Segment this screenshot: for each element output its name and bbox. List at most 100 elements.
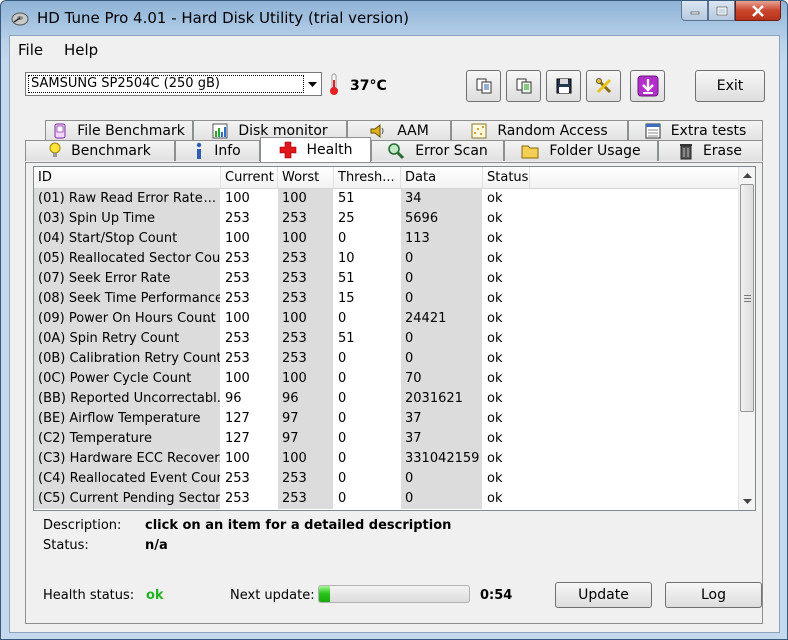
- cell-threshold-text: 51: [338, 331, 355, 346]
- tab-folder-usage[interactable]: Folder Usage: [504, 140, 658, 161]
- tab-file-benchmark[interactable]: File Benchmark: [45, 120, 193, 141]
- table-row[interactable]: (C2) Temperature 127 97 0 37 ok: [34, 429, 740, 449]
- cell-attribute-id: (BE) Airflow Temperature: [34, 409, 220, 429]
- cell-threshold-text: 0: [338, 351, 347, 366]
- cell-data-text: 34: [405, 191, 422, 206]
- table-row[interactable]: (BB) Reported Uncorrectabl... 96 96 0 203162…: [34, 389, 740, 409]
- table-row[interactable]: (0B) Calibration Retry Count 253 253 0 0 ok: [34, 349, 740, 369]
- cell-worst: 253: [278, 489, 333, 509]
- download-button[interactable]: [630, 70, 665, 102]
- tab-info[interactable]: Info: [175, 140, 260, 161]
- table-row[interactable]: (0C) Power Cycle Count 100 100 0 70 ok: [34, 369, 740, 389]
- cell-status: ok: [483, 289, 603, 309]
- cell-status: ok: [483, 449, 603, 469]
- lightbulb-icon: [49, 142, 61, 157]
- cell-data: 0: [401, 289, 482, 309]
- scrollbar-thumb[interactable]: [740, 184, 754, 412]
- scroll-down-arrow-icon[interactable]: [739, 493, 755, 510]
- column-header-status[interactable]: Status: [483, 167, 530, 189]
- description-label: Description:: [43, 518, 122, 533]
- title-bar[interactable]: HD Tune Pro 4.01 - Hard Disk Utility (tr…: [1, 1, 787, 35]
- cell-threshold-text: 0: [338, 451, 347, 466]
- column-header-current[interactable]: Current: [221, 167, 278, 189]
- copy-all-button[interactable]: [506, 70, 541, 102]
- cell-status: ok: [483, 349, 603, 369]
- cell-current: 100: [221, 369, 277, 389]
- cell-attribute-id: (C5) Current Pending Sector...: [34, 489, 220, 509]
- cell-attribute-id: (BB) Reported Uncorrectabl...: [34, 389, 220, 409]
- table-row[interactable]: (03) Spin Up Time 253 253 25 5696 ok: [34, 209, 740, 229]
- cell-status: ok: [483, 189, 603, 209]
- table-row[interactable]: (07) Seek Error Rate 253 253 51 0 ok: [34, 269, 740, 289]
- table-row[interactable]: (0A) Spin Retry Count 253 253 51 0 ok: [34, 329, 740, 349]
- cell-attribute-id: (05) Reallocated Sector Cou...: [34, 249, 220, 269]
- tab-erase[interactable]: Erase: [658, 140, 763, 161]
- cell-threshold-text: 0: [338, 471, 347, 486]
- bar-chart-icon: [212, 123, 228, 139]
- cell-threshold-text: 0: [338, 491, 347, 506]
- cell-current: 127: [221, 409, 277, 429]
- table-row[interactable]: (BE) Airflow Temperature 127 97 0 37 ok: [34, 409, 740, 429]
- tab-label: Random Access: [497, 123, 608, 139]
- table-row[interactable]: (C4) Reallocated Event Coun... 253 253 0 0 ok: [34, 469, 740, 489]
- table-row[interactable]: (08) Seek Time Performance... 253 253 15 0 ok: [34, 289, 740, 309]
- menu-help[interactable]: Help: [64, 41, 98, 59]
- copy-info-button[interactable]: [466, 70, 501, 102]
- cell-attribute-id: (C2) Temperature: [34, 429, 220, 449]
- cell-worst: 253: [278, 249, 333, 269]
- scroll-up-arrow-icon[interactable]: [739, 167, 755, 184]
- close-button[interactable]: [735, 1, 781, 21]
- table-row[interactable]: (05) Reallocated Sector Cou... 253 253 10 0 o…: [34, 249, 740, 269]
- table-row[interactable]: (C3) Hardware ECC Recover... 100 100 0 33104…: [34, 449, 740, 469]
- cell-current: 253: [221, 209, 277, 229]
- table-row[interactable]: (04) Start/Stop Count 100 100 0 113 ok: [34, 229, 740, 249]
- cell-current-text: 100: [225, 231, 250, 246]
- cell-threshold: 0: [334, 349, 400, 369]
- tab-benchmark[interactable]: Benchmark: [25, 140, 175, 161]
- cell-attribute-id-text: (08) Seek Time Performance...: [38, 291, 220, 306]
- cell-attribute-id-text: (0C) Power Cycle Count: [38, 371, 192, 386]
- exit-button[interactable]: Exit: [695, 70, 765, 102]
- options-button[interactable]: [586, 70, 621, 102]
- cell-attribute-id: (09) Power On Hours Count...: [34, 309, 220, 329]
- table-row[interactable]: (C5) Current Pending Sector... 253 253 0 0 ok: [34, 489, 740, 509]
- column-header-data[interactable]: Data: [401, 167, 483, 189]
- cell-status-text: ok: [487, 211, 503, 226]
- chevron-down-icon[interactable]: [304, 73, 321, 95]
- tab-extra-tests[interactable]: Extra tests: [628, 120, 763, 141]
- cell-threshold: 0: [334, 389, 400, 409]
- cell-status: ok: [483, 369, 603, 389]
- cell-current: 100: [221, 189, 277, 209]
- tab-health[interactable]: Health: [260, 137, 371, 162]
- table-row[interactable]: (09) Power On Hours Count... 100 100 0 24421…: [34, 309, 740, 329]
- menu-file[interactable]: File: [18, 41, 43, 59]
- cell-threshold: 0: [334, 469, 400, 489]
- save-button[interactable]: [546, 70, 581, 102]
- cell-attribute-id: (03) Spin Up Time: [34, 209, 220, 229]
- cell-threshold: 51: [334, 329, 400, 349]
- column-header-worst[interactable]: Worst: [278, 167, 334, 189]
- cell-worst: 253: [278, 289, 333, 309]
- health-panel: ID Current Worst Thresh... Data Status (…: [25, 162, 763, 624]
- cell-current-text: 100: [225, 311, 250, 326]
- truncation-dots: ...: [203, 191, 216, 206]
- cell-worst: 253: [278, 469, 333, 489]
- table-row[interactable]: (01) Raw Read Error Rate... 100 100 51 34 ok: [34, 189, 740, 209]
- update-button[interactable]: Update: [555, 582, 652, 608]
- cell-status-text: ok: [487, 331, 503, 346]
- maximize-button[interactable]: [708, 1, 735, 21]
- column-header-thresh[interactable]: Thresh...: [334, 167, 401, 189]
- cell-worst-text: 253: [282, 291, 307, 306]
- cell-data: 34: [401, 189, 482, 209]
- cell-status: ok: [483, 429, 603, 449]
- cell-current: 127: [221, 429, 277, 449]
- drive-select[interactable]: SAMSUNG SP2504C (250 gB): [25, 72, 322, 96]
- cell-threshold: 0: [334, 229, 400, 249]
- vertical-scrollbar[interactable]: [738, 167, 755, 510]
- log-button[interactable]: Log: [665, 582, 762, 608]
- minimize-button[interactable]: [681, 1, 708, 21]
- tab-random-access[interactable]: Random Access: [451, 120, 628, 141]
- tab-error-scan[interactable]: Error Scan: [371, 140, 504, 161]
- column-header-id[interactable]: ID: [34, 167, 221, 189]
- cell-current-text: 127: [225, 431, 250, 446]
